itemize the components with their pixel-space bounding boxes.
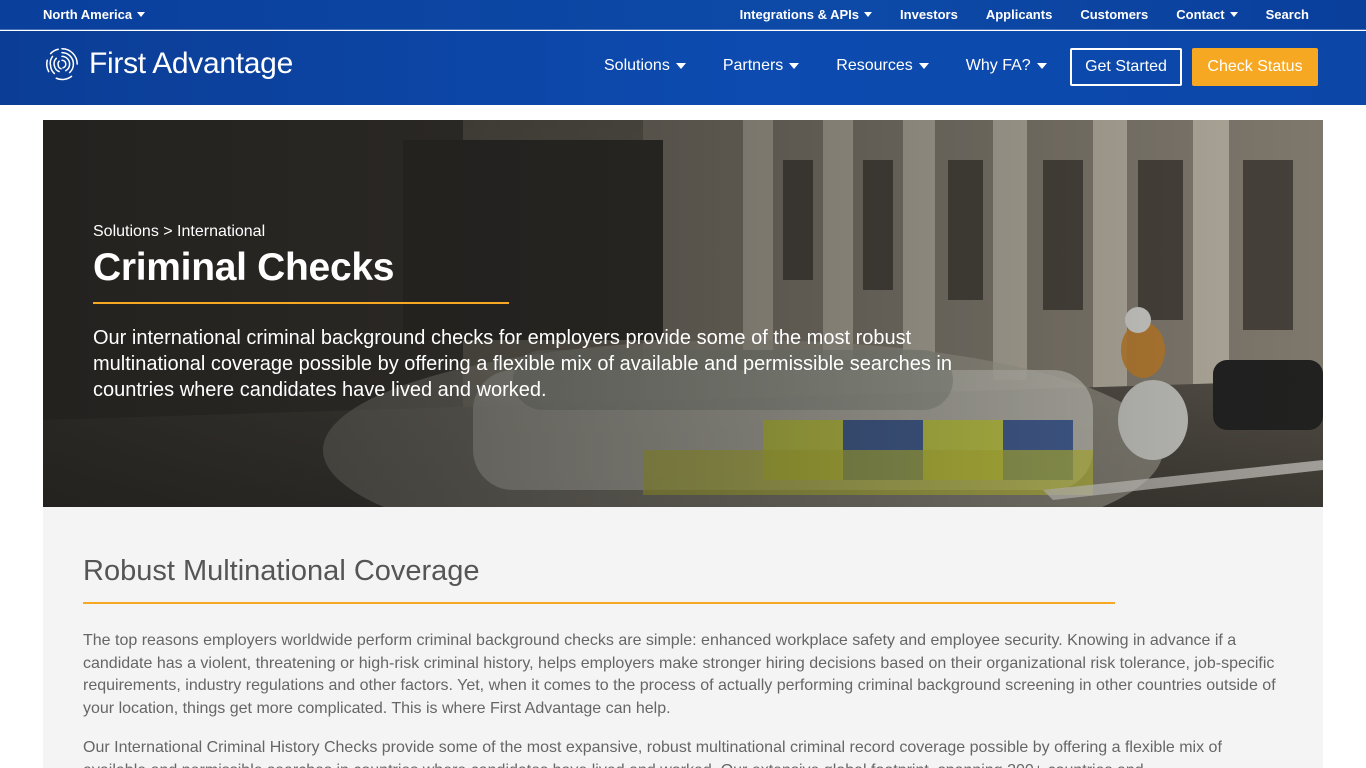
utility-link-customers[interactable]: Customers (1080, 7, 1148, 22)
chevron-down-icon (675, 63, 686, 69)
chevron-down-icon (1036, 63, 1047, 69)
utility-link-label: Customers (1080, 7, 1149, 22)
nav-partners[interactable]: Partners (722, 57, 800, 75)
logo-text: First Advantage (89, 47, 293, 80)
utility-link-applicants[interactable]: Applicants (986, 7, 1052, 22)
chevron-down-icon (864, 12, 873, 17)
utility-link-label: Search (1265, 7, 1309, 22)
hero-banner: Solutions > International Criminal Check… (43, 120, 1323, 507)
hero-background-image (43, 120, 1323, 507)
utility-link-label: Investors (900, 7, 958, 22)
content-section: Robust Multinational Coverage The top re… (43, 507, 1323, 768)
title-underline (93, 302, 509, 304)
nav-why-fa[interactable]: Why FA? (966, 57, 1047, 75)
chevron-down-icon (789, 63, 800, 69)
main-header: First Advantage Solutions Partners Resou… (0, 31, 1366, 105)
nav-label: Solutions (604, 57, 670, 74)
chevron-down-icon (137, 12, 146, 17)
breadcrumb: Solutions > International (93, 223, 266, 240)
utility-bar: North America Integrations & APIs Invest… (0, 0, 1366, 30)
nav-label: Resources (836, 57, 913, 74)
utility-links: Integrations & APIs Investors Applicants… (712, 7, 1309, 22)
body-paragraph: The top reasons employers worldwide perf… (83, 632, 1276, 717)
nav-solutions[interactable]: Solutions (604, 57, 686, 75)
utility-link-contact[interactable]: Contact (1176, 7, 1238, 22)
utility-link-label: Applicants (985, 7, 1053, 22)
get-started-button[interactable]: Get Started (1070, 48, 1182, 86)
primary-nav: Solutions Partners Resources Why FA? (604, 57, 1084, 75)
utility-link-search[interactable]: Search (1266, 7, 1309, 22)
nav-resources[interactable]: Resources (836, 57, 929, 75)
page-title: Criminal Checks (93, 246, 395, 289)
heading-underline (83, 602, 1115, 604)
region-selector[interactable]: North America (43, 7, 146, 22)
chevron-down-icon (918, 63, 929, 69)
utility-link-investors[interactable]: Investors (900, 7, 958, 22)
section-heading: Robust Multinational Coverage (83, 555, 480, 587)
utility-link-integrations[interactable]: Integrations & APIs (739, 7, 873, 22)
site-logo[interactable]: First Advantage (43, 45, 293, 83)
chevron-down-icon (1229, 12, 1238, 17)
nav-label: Partners (722, 57, 784, 74)
utility-link-label: Integrations & APIs (739, 7, 860, 22)
utility-link-label: Contact (1176, 7, 1225, 22)
hero-lead-text: Our international criminal background ch… (93, 327, 952, 401)
check-status-button[interactable]: Check Status (1192, 48, 1318, 86)
region-label: North America (43, 7, 133, 22)
nav-label: Why FA? (965, 57, 1031, 74)
body-paragraph: Our International Criminal History Check… (83, 739, 1222, 768)
fingerprint-icon (46, 48, 78, 81)
